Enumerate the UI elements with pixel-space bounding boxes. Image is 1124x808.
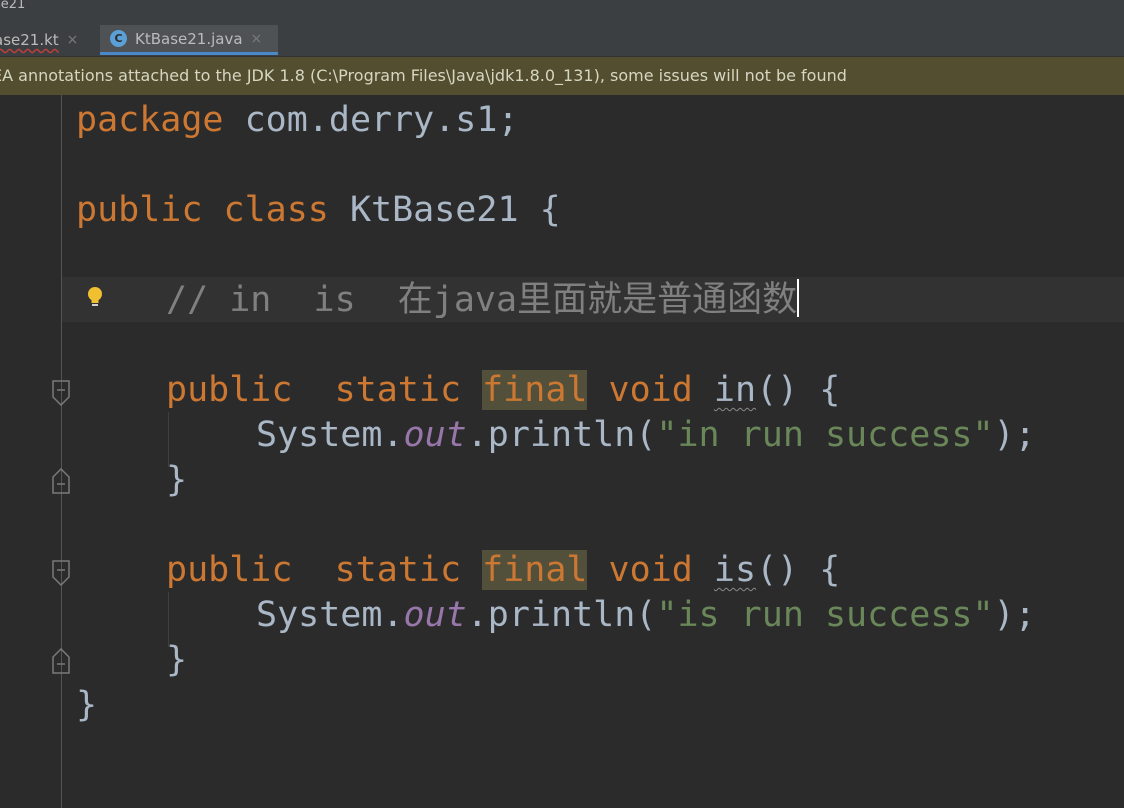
package-name: com.derry.s1; — [223, 100, 519, 140]
banner-text: EA annotations attached to the JDK 1.8 (… — [0, 66, 847, 85]
fold-icon[interactable] — [52, 380, 70, 406]
code-text: System. — [256, 595, 404, 635]
code-text: ); — [993, 415, 1036, 455]
string-literal: "in run success" — [656, 415, 994, 455]
tab-ktbase21-kt[interactable]: ase21.kt × — [0, 25, 88, 55]
code-line-method-is[interactable]: public static final void is() { — [166, 548, 840, 593]
code-line-close-is[interactable]: } — [166, 638, 187, 683]
keyword: package — [76, 100, 224, 140]
class-name: KtBase21 — [328, 190, 540, 230]
keyword: void — [608, 550, 693, 590]
keyword: public — [166, 550, 293, 590]
static-field: out — [403, 415, 467, 455]
keyword-highlighted: final — [482, 550, 588, 590]
lightbulb-icon[interactable] — [86, 285, 104, 311]
method-name: is — [713, 550, 757, 590]
notification-banner: EA annotations attached to the JDK 1.8 (… — [0, 57, 1124, 95]
brace: { — [539, 190, 561, 230]
tab-label: KtBase21.java — [135, 29, 243, 48]
static-field: out — [403, 595, 467, 635]
gutter-divider — [61, 95, 62, 808]
keyword: public — [166, 370, 293, 410]
brace: } — [76, 685, 98, 725]
keyword: static — [334, 550, 462, 590]
keyword: public — [76, 190, 203, 230]
code-line-close-class[interactable]: } — [76, 683, 97, 728]
code-text: ); — [993, 595, 1036, 635]
tab-label: ase21.kt — [0, 31, 59, 49]
code-line-println-is[interactable]: System.out.println("is run success"); — [256, 593, 1036, 638]
code-text: System. — [256, 415, 404, 455]
code-line-method-in[interactable]: public static final void in() { — [166, 368, 840, 413]
method-signature: () { — [756, 550, 841, 590]
fold-icon[interactable] — [52, 648, 70, 674]
keyword: class — [223, 190, 329, 230]
window-title: se21 — [0, 0, 26, 12]
tab-ktbase21-java[interactable]: C KtBase21.java × — [100, 25, 278, 55]
close-icon[interactable]: × — [67, 32, 79, 48]
method-signature: () { — [756, 370, 841, 410]
code-line-package[interactable]: package com.derry.s1; — [76, 98, 519, 143]
brace: } — [166, 640, 188, 680]
code-line-class[interactable]: public class KtBase21 { — [76, 188, 561, 233]
string-literal: "is run success" — [656, 595, 994, 635]
keyword: static — [334, 370, 462, 410]
keyword-highlighted: final — [482, 370, 588, 410]
fold-icon[interactable] — [52, 468, 70, 494]
code-line-close-in[interactable]: } — [166, 458, 187, 503]
code-text: .println( — [466, 595, 657, 635]
comment: // in is 在java里面就是普通函数 — [166, 280, 798, 320]
java-class-icon: C — [110, 30, 127, 47]
code-text: .println( — [466, 415, 657, 455]
fold-icon[interactable] — [52, 560, 70, 586]
code-line-println-in[interactable]: System.out.println("in run success"); — [256, 413, 1036, 458]
method-name: in — [713, 370, 757, 410]
keyword: void — [608, 370, 693, 410]
close-icon[interactable]: × — [251, 31, 263, 47]
editor-tab-bar: ase21.kt × C KtBase21.java × — [0, 18, 1124, 57]
brace: } — [166, 460, 188, 500]
window-title-bar: se21 — [0, 0, 1124, 18]
text-caret — [797, 279, 800, 317]
code-line-comment[interactable]: // in is 在java里面就是普通函数 — [166, 278, 800, 323]
